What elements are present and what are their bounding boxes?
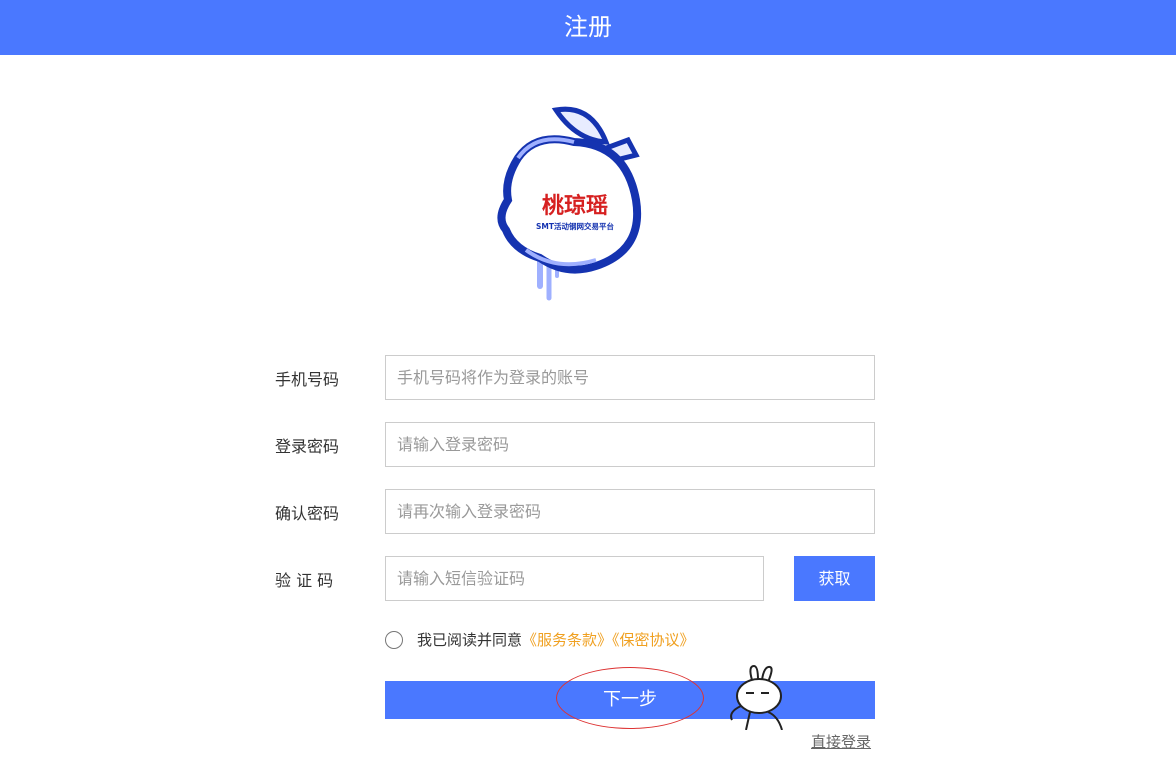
confirm-password-input[interactable] <box>385 489 875 534</box>
confirm-password-label: 确认密码 <box>275 504 340 523</box>
rabbit-mascot-icon <box>730 664 783 730</box>
logo-sub-text: SMT活动钢网交易平台 <box>536 221 614 231</box>
logo-brand-text: 桃琼瑶 <box>542 193 608 219</box>
sms-code-input[interactable] <box>385 556 764 601</box>
agreement-text: 我已阅读并同意《服务条款》《保密协议》 <box>417 630 695 650</box>
highlight-ellipse <box>556 667 704 729</box>
brand-logo: 桃琼瑶 SMT活动钢网交易平台 <box>497 106 642 301</box>
code-label: 验 证 码 <box>275 571 334 590</box>
terms-link[interactable]: 《服务条款》 <box>522 631 612 649</box>
page-title: 注册 <box>564 13 612 41</box>
get-code-button[interactable]: 获取 <box>794 556 875 601</box>
privacy-link[interactable]: 《保密协议》 <box>612 631 695 649</box>
page-header: 注册 <box>0 0 1176 55</box>
phone-label: 手机号码 <box>275 370 340 389</box>
direct-login-link[interactable]: 直接登录 <box>811 731 871 752</box>
phone-input[interactable] <box>385 355 875 400</box>
password-input[interactable] <box>385 422 875 467</box>
password-label: 登录密码 <box>275 437 340 456</box>
agree-radio[interactable] <box>385 631 403 649</box>
agreement-label: 我已阅读并同意 <box>417 631 523 649</box>
